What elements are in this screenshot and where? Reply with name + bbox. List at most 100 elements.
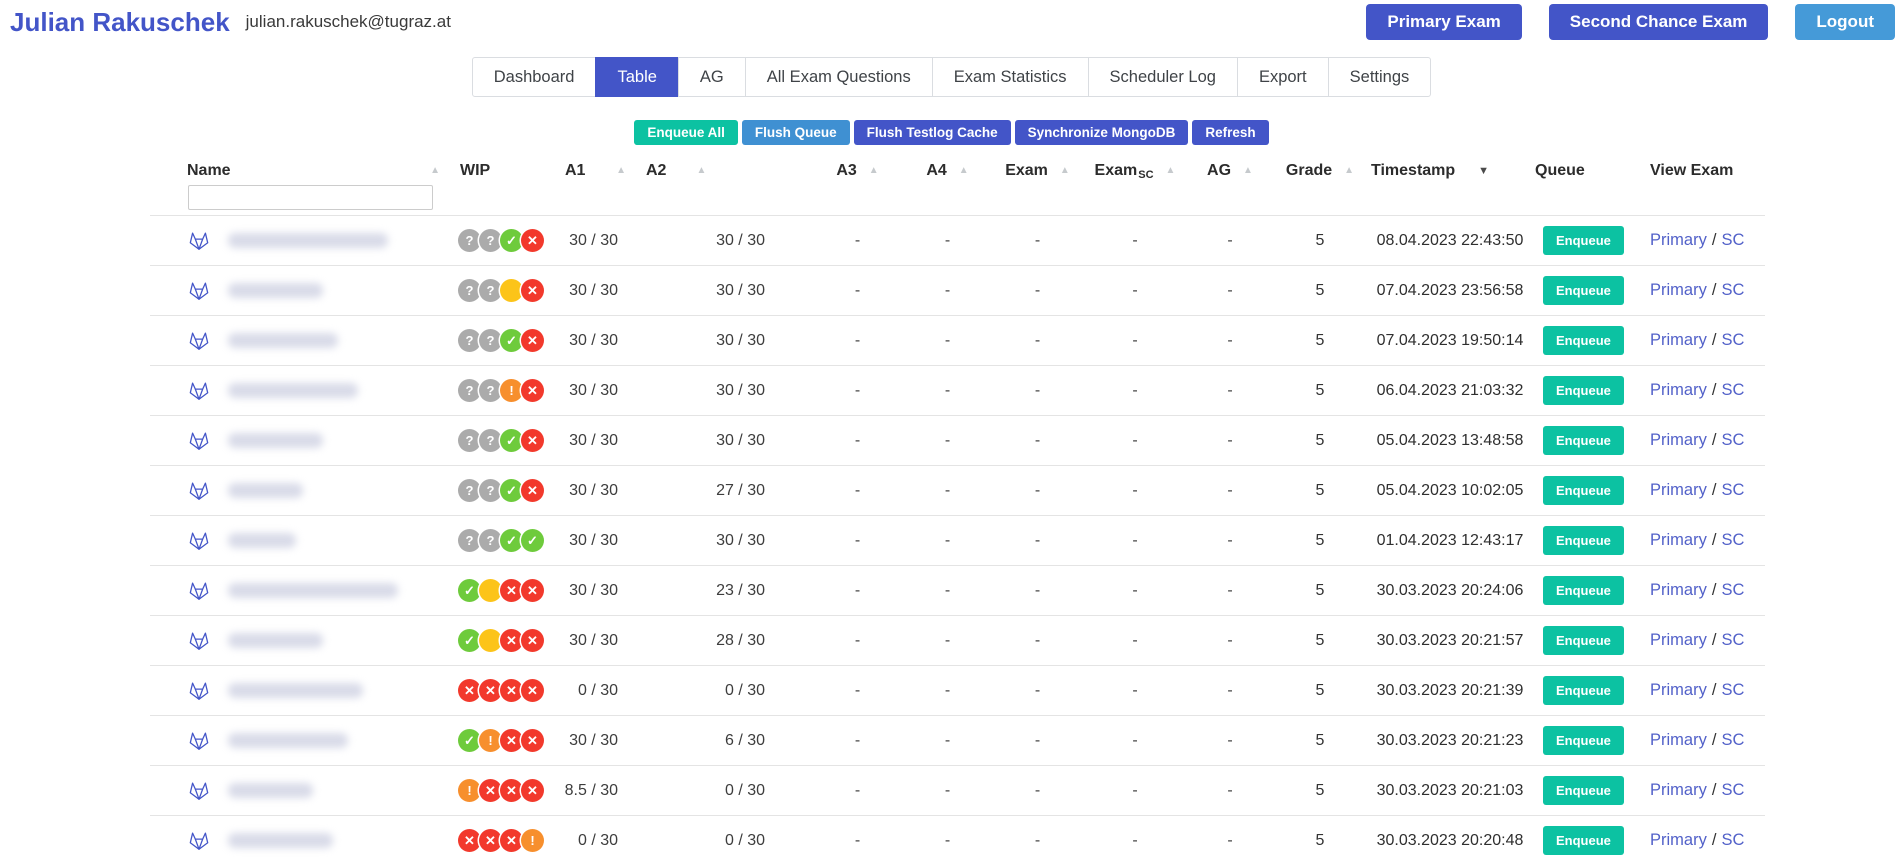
cell-view-exam: Primary / SC [1635, 731, 1765, 750]
flush-testlog-cache-button[interactable]: Flush Testlog Cache [853, 120, 1011, 145]
cell-exam: - [1034, 631, 1041, 649]
view-primary-link[interactable]: Primary [1650, 681, 1707, 699]
view-primary-link[interactable]: Primary [1650, 331, 1707, 349]
tab-ag[interactable]: AG [677, 57, 746, 97]
view-primary-link[interactable]: Primary [1650, 381, 1707, 399]
tab-dashboard[interactable]: Dashboard [471, 57, 597, 97]
synchronize-mongodb-button[interactable]: Synchronize MongoDB [1014, 120, 1189, 145]
student-gitlab-link[interactable] [150, 827, 210, 854]
view-primary-link[interactable]: Primary [1650, 281, 1707, 299]
gitlab-tanuki-icon [189, 632, 209, 650]
tab-export[interactable]: Export [1236, 57, 1329, 97]
column-header-a4[interactable]: A4 ▲ [905, 162, 990, 180]
student-gitlab-link[interactable] [150, 627, 210, 654]
column-header-exam[interactable]: Exam ▲ [990, 162, 1085, 180]
view-primary-link[interactable]: Primary [1650, 231, 1707, 249]
cell-view-exam: Primary / SC [1635, 231, 1765, 250]
wip-warn-icon: ! [479, 729, 502, 752]
view-primary-link[interactable]: Primary [1650, 831, 1707, 849]
view-sc-link[interactable]: SC [1721, 731, 1744, 749]
view-primary-link[interactable]: Primary [1650, 531, 1707, 549]
logout-button[interactable]: Logout [1795, 4, 1895, 40]
student-gitlab-link[interactable] [150, 577, 210, 604]
student-gitlab-link[interactable] [150, 727, 210, 754]
wip-dot-icon [479, 629, 502, 652]
view-primary-link[interactable]: Primary [1650, 581, 1707, 599]
enqueue-button[interactable]: Enqueue [1543, 326, 1624, 355]
view-primary-link[interactable]: Primary [1650, 631, 1707, 649]
student-gitlab-link[interactable] [150, 677, 210, 704]
flush-queue-button[interactable]: Flush Queue [741, 120, 850, 145]
enqueue-button[interactable]: Enqueue [1543, 826, 1624, 855]
student-gitlab-link[interactable] [150, 377, 210, 404]
primary-exam-button[interactable]: Primary Exam [1366, 4, 1522, 40]
column-header-a2[interactable]: A2 ▲ [630, 162, 810, 180]
view-primary-link[interactable]: Primary [1650, 431, 1707, 449]
view-sc-link[interactable]: SC [1721, 381, 1744, 399]
enqueue-button[interactable]: Enqueue [1543, 476, 1624, 505]
cell-view-exam: Primary / SC [1635, 531, 1765, 550]
view-link-separator: / [1711, 781, 1717, 799]
view-sc-link[interactable]: SC [1721, 781, 1744, 799]
view-sc-link[interactable]: SC [1721, 331, 1744, 349]
name-filter-input[interactable] [188, 185, 433, 210]
view-sc-link[interactable]: SC [1721, 231, 1744, 249]
student-gitlab-link[interactable] [150, 227, 210, 254]
wip-status-icons: ?? ✓ ✓ [450, 529, 550, 552]
tab-settings[interactable]: Settings [1327, 57, 1432, 97]
enqueue-button[interactable]: Enqueue [1543, 726, 1624, 755]
column-header-ag[interactable]: AG ▲ [1185, 162, 1275, 180]
view-sc-link[interactable]: SC [1721, 831, 1744, 849]
view-sc-link[interactable]: SC [1721, 681, 1744, 699]
wip-cross-icon: ✕ [521, 779, 544, 802]
column-header-a1[interactable]: A1 ▲ [550, 162, 630, 180]
column-header-grade[interactable]: Grade ▲ [1275, 162, 1365, 180]
cell-exam: - [1034, 681, 1041, 699]
second-chance-exam-button[interactable]: Second Chance Exam [1548, 4, 1769, 40]
wip-check-icon: ✓ [500, 529, 523, 552]
cell-queue: Enqueue [1535, 476, 1635, 505]
view-sc-link[interactable]: SC [1721, 581, 1744, 599]
student-gitlab-link[interactable] [150, 477, 210, 504]
column-header-name[interactable]: Name ▲ [150, 162, 450, 180]
view-sc-link[interactable]: SC [1721, 281, 1744, 299]
wip-cross-icon: ✕ [521, 629, 544, 652]
view-sc-link[interactable]: SC [1721, 431, 1744, 449]
sort-asc-icon: ▲ [696, 165, 707, 176]
view-sc-link[interactable]: SC [1721, 531, 1744, 549]
student-gitlab-link[interactable] [150, 427, 210, 454]
tab-table[interactable]: Table [595, 57, 679, 97]
view-sc-link[interactable]: SC [1721, 631, 1744, 649]
enqueue-button[interactable]: Enqueue [1543, 276, 1624, 305]
sort-asc-icon: ▲ [1243, 165, 1253, 176]
view-primary-link[interactable]: Primary [1650, 481, 1707, 499]
view-sc-link[interactable]: SC [1721, 481, 1744, 499]
cell-view-exam: Primary / SC [1635, 331, 1765, 350]
enqueue-all-button[interactable]: Enqueue All [634, 120, 738, 145]
refresh-button[interactable]: Refresh [1192, 120, 1269, 145]
student-gitlab-link[interactable] [150, 327, 210, 354]
enqueue-button[interactable]: Enqueue [1543, 576, 1624, 605]
enqueue-button[interactable]: Enqueue [1543, 776, 1624, 805]
view-primary-link[interactable]: Primary [1650, 731, 1707, 749]
tab-exam-statistics[interactable]: Exam Statistics [931, 57, 1089, 97]
column-header-timestamp[interactable]: Timestamp ▼ [1365, 162, 1535, 180]
enqueue-button[interactable]: Enqueue [1543, 226, 1624, 255]
student-gitlab-link[interactable] [150, 277, 210, 304]
wip-question-icon: ? [458, 279, 481, 302]
column-header-a3[interactable]: A3 ▲ [810, 162, 905, 180]
wip-cross-icon: ✕ [458, 679, 481, 702]
column-header-exam_sc[interactable]: ExamSC ▲ [1085, 162, 1185, 181]
cell-ag: - [1227, 331, 1233, 349]
enqueue-button[interactable]: Enqueue [1543, 426, 1624, 455]
view-primary-link[interactable]: Primary [1650, 781, 1707, 799]
enqueue-button[interactable]: Enqueue [1543, 376, 1624, 405]
tab-all-exam-questions[interactable]: All Exam Questions [744, 57, 933, 97]
enqueue-button[interactable]: Enqueue [1543, 526, 1624, 555]
tab-scheduler-log[interactable]: Scheduler Log [1087, 57, 1238, 97]
student-gitlab-link[interactable] [150, 527, 210, 554]
student-gitlab-link[interactable] [150, 777, 210, 804]
gitlab-tanuki-icon [189, 282, 209, 300]
enqueue-button[interactable]: Enqueue [1543, 676, 1624, 705]
enqueue-button[interactable]: Enqueue [1543, 626, 1624, 655]
